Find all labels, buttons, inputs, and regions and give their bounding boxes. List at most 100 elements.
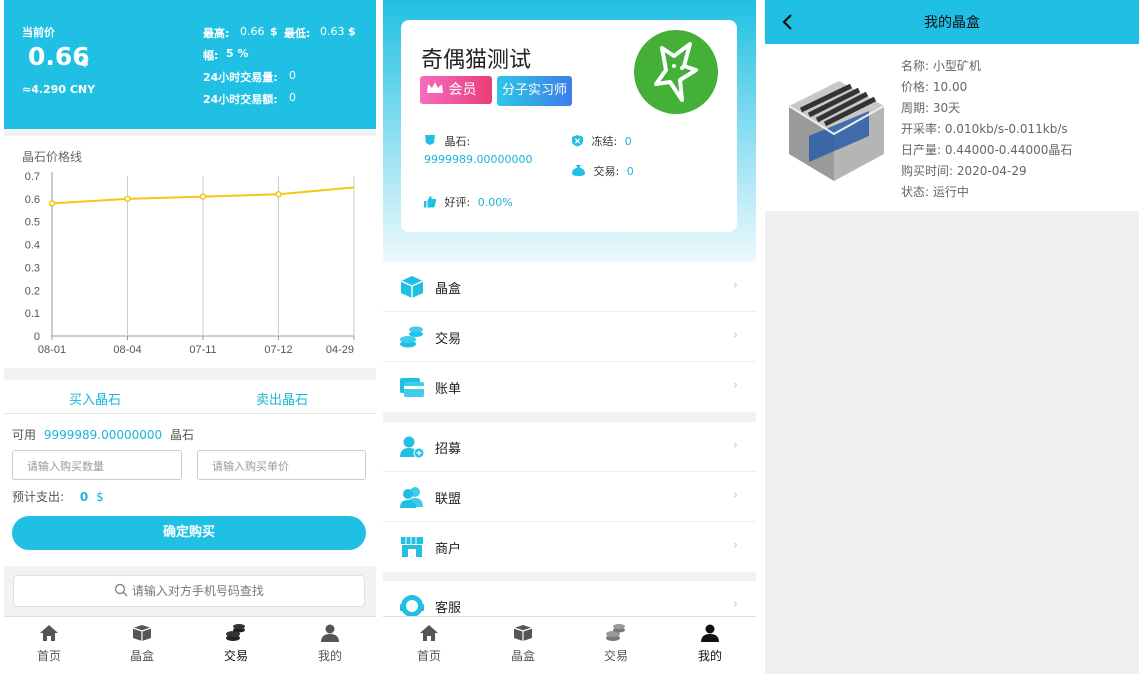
thumbs-up-icon	[424, 196, 437, 208]
tab-trade[interactable]: 交易	[586, 623, 646, 664]
mine-screen: 奇偶猫测试 会员 分子实习师 晶石: 9999989.00000000 冻结: …	[383, 0, 756, 674]
y-tick-label: 0.1	[25, 308, 40, 320]
tab-box-label: 晶盒	[510, 649, 535, 663]
miner-card[interactable]: 名称: 小型矿机 价格: 10.00 周期: 30天 开采率: 0.010kb/…	[765, 44, 1139, 211]
box-icon	[132, 625, 152, 641]
y-tick-label: 0.6	[25, 194, 40, 206]
menu-item-bill[interactable]: 账单 ›	[383, 362, 756, 412]
x-tick-label: 04-29	[326, 344, 354, 356]
add-user-icon	[400, 436, 425, 459]
y-tick-label: 0.3	[25, 262, 40, 274]
menu-item-recruit[interactable]: 招募 ›	[383, 422, 756, 472]
y-tick-label: 0.4	[25, 240, 40, 252]
menu-item-service-label: 客服	[435, 601, 462, 616]
price-chart-card: 晶石价格线 0 0.1 0.2 0.3 0.4 0.5 0.6 0.7 08-01 08-04 07…	[4, 136, 376, 368]
vol24-label: 24小时交易量:	[203, 71, 278, 84]
current-price-label: 当前价	[22, 26, 55, 39]
tab-home[interactable]: 首页	[19, 623, 79, 664]
chevron-right-icon: ›	[732, 597, 738, 612]
low-value: 0.63	[320, 25, 345, 38]
frozen-label: 冻结:	[591, 135, 618, 148]
user-icon	[701, 624, 719, 642]
chart-title: 晶石价格线	[22, 149, 82, 164]
frozen-stat: 冻结: 0	[571, 133, 632, 149]
menu-item-merchant-label: 商户	[435, 542, 462, 557]
card-icon	[400, 378, 424, 397]
trade-screen: 当前价 0.66 $ ≈4.290 CNY 最高: 0.66 $ 最低: 0.6…	[4, 0, 376, 674]
avatar[interactable]	[634, 30, 718, 114]
high-value: 0.66	[240, 25, 265, 38]
low-unit: $	[348, 25, 356, 38]
tab-box-label: 晶盒	[129, 649, 154, 663]
crystal-icon	[425, 135, 435, 145]
coins-icon	[226, 624, 245, 641]
crystal-value: 9999989.00000000	[424, 153, 533, 166]
miner-daily-output: 日产量: 0.44000-0.44000晶石	[901, 143, 1073, 157]
tab-box[interactable]: 晶盒	[493, 623, 553, 664]
menu-item-bill-label: 账单	[435, 382, 462, 397]
bottom-tabbar: 首页 晶盒 交易 我的	[383, 616, 756, 674]
menu-group-1: 晶盒 › 交易 › 账单 ›	[383, 262, 756, 412]
trade-tabs: 买入晶石 卖出晶石	[4, 380, 376, 414]
store-icon	[401, 537, 423, 557]
buy-quantity-input[interactable]: 请输入购买数量	[12, 450, 182, 480]
tab-trade[interactable]: 交易	[206, 623, 266, 664]
menu-item-service[interactable]: 客服 ›	[383, 581, 756, 617]
group-icon	[400, 487, 423, 508]
trade-value: 0	[626, 165, 634, 178]
tab-buy-crystal[interactable]: 买入晶石	[69, 389, 121, 408]
miner-rate: 开采率: 0.010kb/s-0.011kb/s	[901, 122, 1068, 136]
tab-mine-label: 我的	[317, 649, 342, 663]
menu-item-merchant[interactable]: 商户 ›	[383, 522, 756, 572]
box-icon	[400, 276, 424, 298]
estimate-value: 0	[79, 490, 89, 504]
high-unit: $	[270, 25, 278, 38]
tab-mine[interactable]: 我的	[300, 623, 360, 664]
chevron-right-icon: ›	[732, 438, 738, 453]
crystal-label: 晶石:	[444, 135, 471, 148]
crystal-stat: 晶石:	[423, 133, 470, 149]
confirm-buy-button[interactable]: 确定购买	[12, 516, 366, 550]
frozen-value: 0	[624, 135, 632, 148]
buy-price-input[interactable]: 请输入购买单价	[197, 450, 366, 480]
tab-home-label: 首页	[416, 649, 441, 663]
my-box-screen: 我的晶盒 名称: 小型矿机 价格: 10.00 周期: 30天 开采率: 0.0…	[765, 0, 1139, 674]
bottom-tabbar: 首页 晶盒 交易 我的	[4, 616, 376, 674]
tab-box[interactable]: 晶盒	[112, 623, 172, 664]
menu-item-alliance[interactable]: 联盟 ›	[383, 472, 756, 522]
low-label: 最低:	[284, 27, 311, 40]
range-value: 5 %	[226, 47, 249, 60]
miner-cycle: 周期: 30天	[901, 101, 961, 115]
tab-sell-crystal[interactable]: 卖出晶石	[256, 389, 308, 408]
tab-mine[interactable]: 我的	[680, 623, 740, 664]
available-unit: 晶石	[170, 428, 195, 442]
rating-stat: 好评: 0.00%	[423, 194, 513, 210]
miner-status: 状态: 运行中	[901, 185, 969, 199]
home-icon	[420, 625, 438, 641]
miner-price: 价格: 10.00	[901, 80, 968, 94]
vol24-value: 0	[289, 69, 296, 82]
my-box-header: 我的晶盒	[765, 0, 1139, 44]
high-label: 最高:	[203, 27, 230, 40]
member-badge-label: 会员	[448, 82, 477, 98]
estimate-unit: $	[96, 490, 104, 504]
available-value: 9999989.00000000	[43, 428, 163, 442]
menu-item-alliance-label: 联盟	[435, 492, 462, 507]
home-icon	[40, 625, 58, 641]
chevron-right-icon: ›	[732, 378, 738, 393]
price-unit: $	[81, 56, 89, 69]
menu-item-box[interactable]: 晶盒 ›	[383, 262, 756, 312]
cny-price: ≈4.290 CNY	[22, 83, 96, 96]
miner-name: 名称: 小型矿机	[901, 59, 981, 73]
x-tick-label: 07-12	[264, 344, 292, 356]
menu-item-trade[interactable]: 交易 ›	[383, 312, 756, 362]
menu-group-3: 客服 ›	[383, 581, 756, 617]
tab-home[interactable]: 首页	[399, 623, 459, 664]
y-tick-label: 0.5	[25, 217, 40, 229]
crown-icon	[427, 82, 443, 93]
market-header: 当前价 0.66 $ ≈4.290 CNY 最高: 0.66 $ 最低: 0.6…	[4, 0, 376, 129]
level-badge: 分子实习师	[497, 76, 572, 106]
lightning-cat-icon	[654, 42, 698, 102]
available-row: 可用 9999989.00000000 晶石	[12, 426, 194, 443]
phone-search-input[interactable]: 请输入对方手机号码查找	[13, 575, 365, 607]
